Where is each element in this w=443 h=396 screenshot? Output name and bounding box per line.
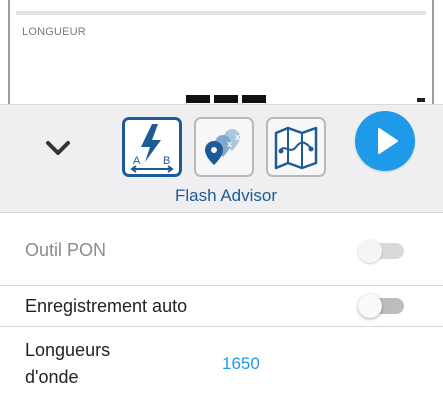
flash-advisor-tool-button[interactable]: A B xyxy=(122,117,182,177)
toggle-knob xyxy=(358,294,382,318)
start-measurement-button[interactable] xyxy=(355,111,415,171)
active-tool-caption: Flash Advisor xyxy=(174,186,278,205)
pon-tool-row: Outil PON xyxy=(0,213,443,285)
svg-text:A: A xyxy=(133,155,141,167)
measurement-preview-area: LONGUEUR xyxy=(0,0,443,104)
auto-save-label: Enregistrement auto xyxy=(25,296,188,316)
wavelengths-value[interactable]: 1650 xyxy=(222,354,260,374)
card-top-divider xyxy=(16,11,426,15)
placeholder-dash xyxy=(186,95,210,103)
unit-mark xyxy=(417,98,425,102)
placeholder-dash xyxy=(242,95,266,103)
auto-save-toggle[interactable] xyxy=(358,294,406,318)
placeholder-dash xyxy=(214,95,238,103)
toggle-knob xyxy=(358,239,382,263)
flash-ab-icon: A B xyxy=(130,124,174,173)
chevron-down-icon[interactable] xyxy=(40,136,76,160)
map-route-tool-button[interactable] xyxy=(266,117,326,177)
pon-tool-toggle[interactable] xyxy=(358,239,406,263)
length-label: LONGUEUR xyxy=(22,26,86,38)
play-icon xyxy=(378,128,398,154)
wavelengths-label-line1: Longueurs xyxy=(25,340,111,360)
auto-save-row: Enregistrement auto xyxy=(0,286,443,326)
pon-tool-label: Outil PON xyxy=(25,240,107,260)
location-pins-icon: x x xyxy=(205,129,240,165)
measurement-card xyxy=(8,0,434,104)
wavelengths-label-line2: d'onde xyxy=(25,367,79,387)
svg-text:B: B xyxy=(163,155,170,167)
svg-text:x: x xyxy=(235,132,240,142)
location-pins-tool-button[interactable]: x x xyxy=(194,117,254,177)
wavelengths-row: Longueurs d'onde 1650 xyxy=(0,327,443,396)
svg-text:x: x xyxy=(227,139,232,149)
map-route-icon xyxy=(274,126,318,170)
